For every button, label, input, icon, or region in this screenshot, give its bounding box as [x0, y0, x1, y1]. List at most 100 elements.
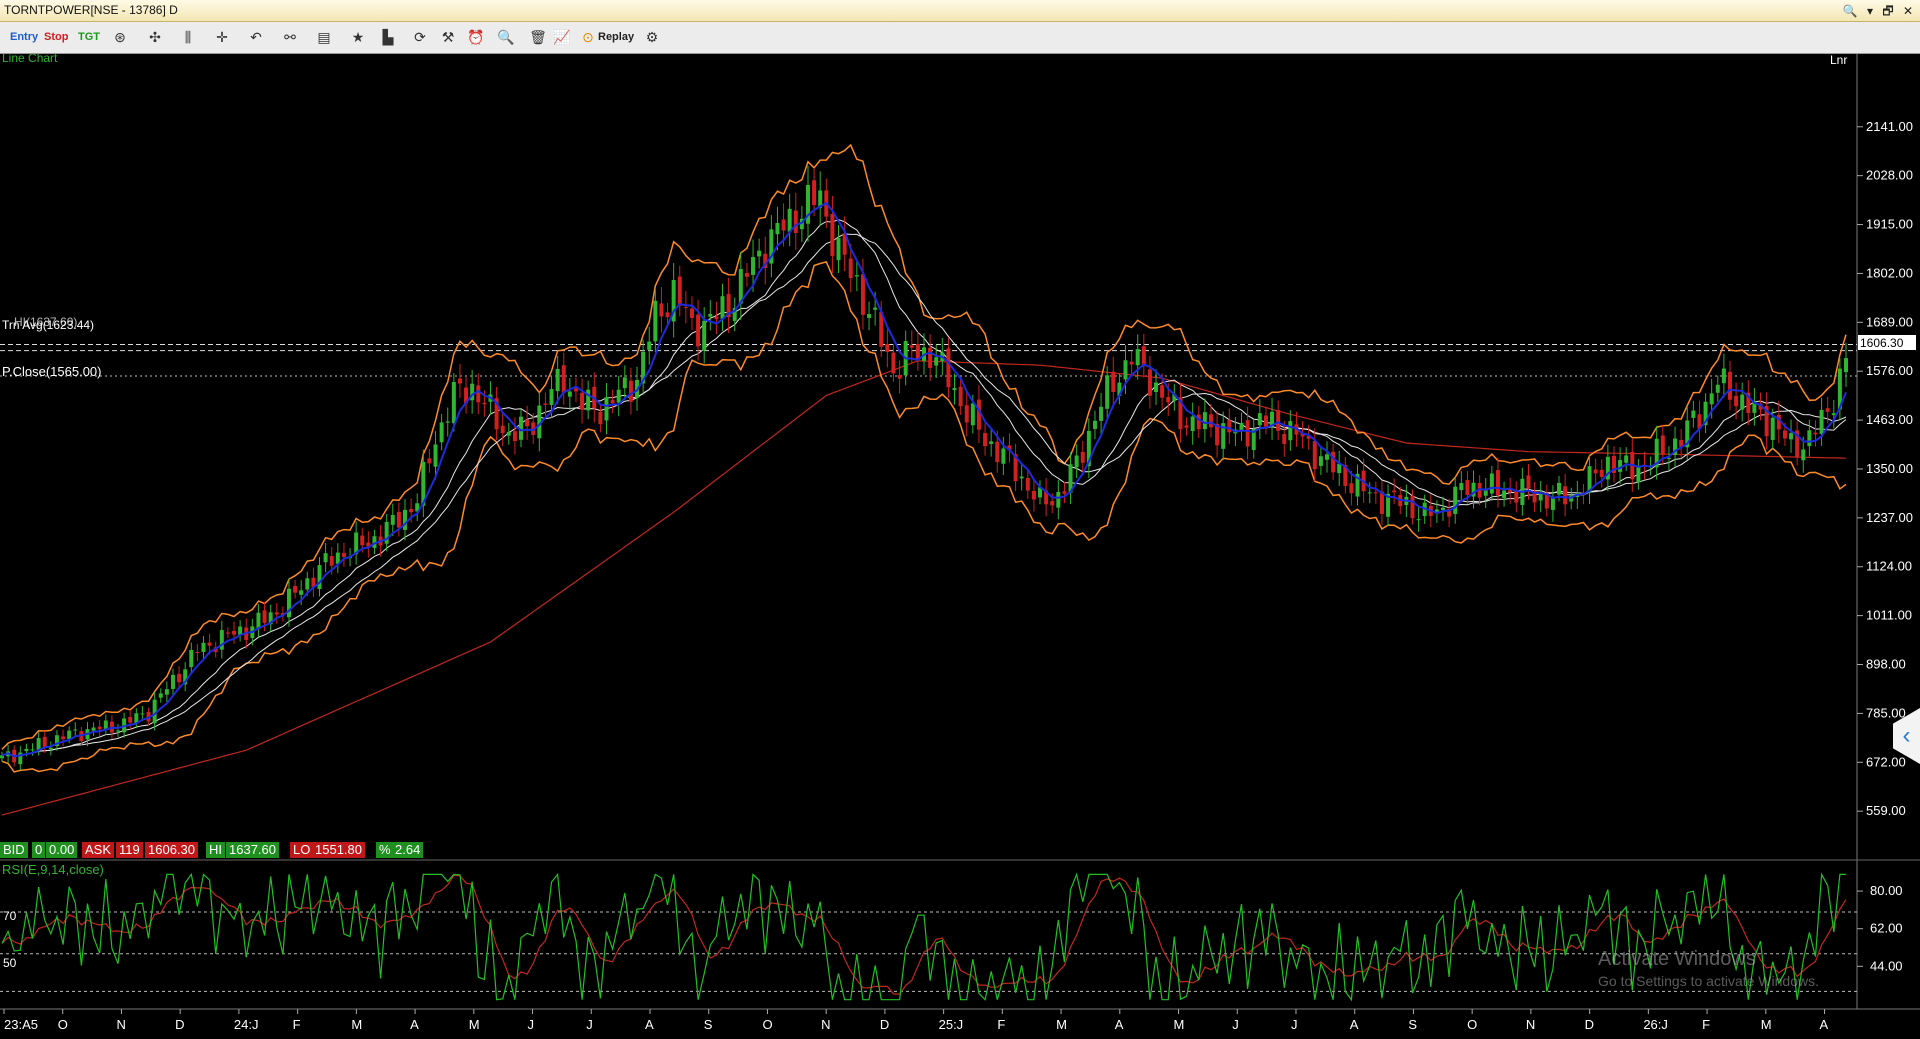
window-controls[interactable]: 🔍 ▾ 🗗 ✕ — [1843, 2, 1916, 23]
candle-body — [1050, 501, 1055, 506]
candle-body — [274, 612, 279, 615]
candle-body — [195, 651, 200, 653]
candle-body — [1557, 482, 1562, 495]
candle-body — [958, 386, 963, 407]
window-title-bar: TORNTPOWER[NSE - 13786] D 🔍 ▾ 🗗 ✕ — [0, 0, 1920, 22]
candle-body — [341, 553, 346, 557]
chart-area[interactable]: 2141.00 2028.00 1915.00 1802.00 1689.00 1576.… — [0, 54, 1920, 1039]
candle-body — [867, 314, 872, 318]
delete-icon[interactable]: 🗑 — [528, 27, 548, 47]
x-tick-label: J — [1291, 1017, 1298, 1032]
candle-body — [67, 730, 72, 739]
cursor-icon[interactable]: ✣ — [145, 27, 165, 47]
replay-button[interactable]: Replay — [598, 27, 634, 47]
rsi-left-level-70: 70 — [3, 909, 17, 923]
candle-body — [293, 586, 298, 593]
candle-body — [561, 365, 566, 393]
candle-body — [543, 403, 548, 405]
book-icon[interactable]: ▤ — [314, 27, 334, 47]
undo-icon[interactable]: ↶ — [246, 27, 266, 47]
candle-body — [757, 250, 762, 257]
ask-label: ASK — [82, 842, 115, 858]
candle-body — [1337, 463, 1342, 474]
indicator-icon[interactable]: 📈 — [552, 27, 572, 47]
candle-body — [262, 610, 267, 623]
candle-body — [317, 565, 322, 589]
y-tick-label: 1237.00 — [1866, 510, 1913, 525]
crosshair-icon[interactable]: ✛ — [212, 27, 232, 47]
candle-body — [24, 748, 29, 752]
candle-body — [305, 578, 310, 590]
candle-body — [1410, 496, 1415, 519]
candle-body — [409, 508, 414, 513]
candle-body — [1721, 368, 1726, 384]
ask-price: 1606.30 — [145, 842, 198, 858]
prev-close-label: P.Close(1565.00) — [2, 364, 102, 379]
candle-body — [1636, 466, 1641, 483]
x-tick-label: S — [704, 1017, 713, 1032]
x-tick-label: N — [821, 1017, 830, 1032]
last-price-text: 1606.30 — [1860, 336, 1904, 350]
candle-body — [482, 402, 487, 405]
candle-body — [1618, 460, 1623, 472]
replay-icon[interactable]: ⊙ — [578, 27, 598, 47]
candle-body — [1129, 361, 1134, 365]
candle-body — [781, 219, 786, 231]
candle-body — [1331, 451, 1336, 473]
candle-body — [622, 377, 627, 389]
chart-toolbar: Entry Stop TGT ⊛ ✣ ⫼ ✛ ↶ ⚯ ▤ ★ ▙ ⟳ ⚒ ⏰ 🔍… — [0, 22, 1920, 54]
candle-body — [1202, 412, 1207, 430]
x-tick-label: F — [997, 1017, 1005, 1032]
candle-body — [604, 397, 609, 421]
candle-body — [1459, 483, 1464, 491]
scale-mode-label[interactable]: Lnr — [1830, 54, 1847, 67]
candle-body — [1502, 490, 1507, 498]
stop-button[interactable]: Stop — [44, 27, 68, 47]
candle-body — [1190, 416, 1195, 432]
ask-qty: 119 — [116, 842, 143, 858]
candle-body — [1166, 397, 1171, 403]
alert-icon[interactable]: ⏰ — [466, 27, 486, 47]
chart-type-icon[interactable]: ▙ — [378, 27, 398, 47]
x-tick-label: J — [528, 1017, 535, 1032]
candle-body — [970, 403, 975, 426]
rsi-left-level-50: 50 — [3, 956, 17, 970]
link-icon[interactable]: ⚯ — [280, 27, 300, 47]
candle-body — [1092, 420, 1097, 429]
candle-body — [232, 630, 237, 635]
bar-style-icon[interactable]: ⫼ — [178, 27, 198, 47]
refresh-icon[interactable]: ⟳ — [410, 27, 430, 47]
candle-body — [1813, 432, 1818, 435]
pct-label: % — [376, 842, 394, 858]
candle-body — [1099, 406, 1104, 421]
candle-body — [1227, 420, 1232, 433]
y-tick-label: 1915.00 — [1866, 217, 1913, 232]
entry-button[interactable]: Entry — [10, 27, 38, 47]
candle-body — [1844, 358, 1848, 373]
compass-icon[interactable]: ⊛ — [110, 27, 130, 47]
settings-icon[interactable]: ⚙ — [642, 27, 662, 47]
candle-body — [1257, 413, 1262, 426]
candle-body — [433, 444, 438, 467]
tgt-button[interactable]: TGT — [78, 27, 100, 47]
candle-body — [1782, 430, 1787, 439]
candle-body — [1483, 490, 1488, 496]
bid-qty: 0 — [32, 842, 46, 858]
candle-body — [946, 348, 951, 388]
candle-body — [665, 312, 670, 318]
x-tick-label: A — [410, 1017, 419, 1032]
candle-body — [439, 422, 444, 443]
chart-mode-label: Line Chart — [2, 54, 58, 65]
candle-body — [689, 308, 694, 318]
y-tick-label: 559.00 — [1866, 803, 1906, 818]
tools-icon[interactable]: ⚒ — [438, 27, 458, 47]
candle-body — [1245, 420, 1250, 447]
chevron-left-icon: ‹ — [1902, 722, 1911, 749]
x-tick-label: A — [1820, 1017, 1829, 1032]
candle-body — [1441, 507, 1446, 511]
y-tick-label: 1576.00 — [1866, 363, 1913, 378]
star-icon[interactable]: ★ — [348, 27, 368, 47]
candle-body — [995, 441, 1000, 463]
zoom-icon[interactable]: 🔍 — [496, 27, 516, 47]
candle-body — [1465, 480, 1470, 495]
